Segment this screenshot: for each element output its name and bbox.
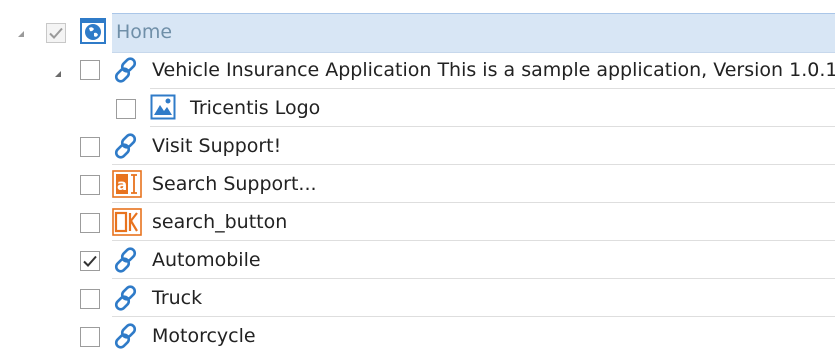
- motorcycle-label: Motorcycle: [152, 325, 256, 347]
- truck-label: Truck: [152, 287, 203, 309]
- home-label: Home: [116, 21, 173, 43]
- image-icon: [150, 94, 176, 120]
- tree-row-automobile[interactable]: Automobile: [0, 241, 835, 279]
- tree-row-search-support[interactable]: a Search Support...: [0, 165, 835, 203]
- object-tree: Home Vehicle Insurance Application This …: [0, 0, 835, 349]
- tree-row-home[interactable]: Home: [0, 0, 835, 53]
- visit-support-checkbox[interactable]: [80, 137, 100, 157]
- visit-support-label: Visit Support!: [152, 135, 282, 157]
- tree-row-visit-support[interactable]: Visit Support!: [0, 127, 835, 165]
- search-support-checkbox[interactable]: [80, 175, 100, 195]
- search-button-checkbox[interactable]: [80, 213, 100, 233]
- ok-button-icon: [112, 208, 142, 236]
- tree-row-search-button[interactable]: search_button: [0, 203, 835, 241]
- globe-page-icon: [80, 18, 106, 44]
- link-icon: [112, 322, 140, 349]
- tricentis-logo-checkbox[interactable]: [116, 99, 136, 119]
- search-support-label: Search Support...: [152, 173, 317, 195]
- link-icon: [112, 284, 140, 312]
- truck-checkbox[interactable]: [80, 289, 100, 309]
- selection-highlight: [112, 13, 835, 53]
- tree-row-motorcycle[interactable]: Motorcycle: [0, 317, 835, 349]
- tree-row-application[interactable]: Vehicle Insurance Application This is a …: [0, 51, 835, 89]
- svg-text:a: a: [117, 176, 127, 194]
- automobile-checkbox[interactable]: [80, 251, 100, 271]
- link-icon: [112, 246, 140, 274]
- collapse-arrow-icon[interactable]: [18, 31, 24, 37]
- tree-row-truck[interactable]: Truck: [0, 279, 835, 317]
- search-button-label: search_button: [152, 211, 288, 233]
- link-icon: [112, 56, 140, 84]
- home-checkbox[interactable]: [46, 23, 66, 43]
- motorcycle-checkbox[interactable]: [80, 327, 100, 347]
- collapse-arrow-icon[interactable]: [55, 71, 61, 77]
- application-label: Vehicle Insurance Application This is a …: [152, 59, 835, 81]
- automobile-label: Automobile: [152, 249, 261, 271]
- application-checkbox[interactable]: [80, 60, 100, 80]
- link-icon: [112, 132, 140, 160]
- text-field-icon: a: [112, 170, 142, 198]
- tree-row-tricentis-logo[interactable]: Tricentis Logo: [0, 89, 835, 127]
- tricentis-logo-label: Tricentis Logo: [190, 97, 321, 119]
